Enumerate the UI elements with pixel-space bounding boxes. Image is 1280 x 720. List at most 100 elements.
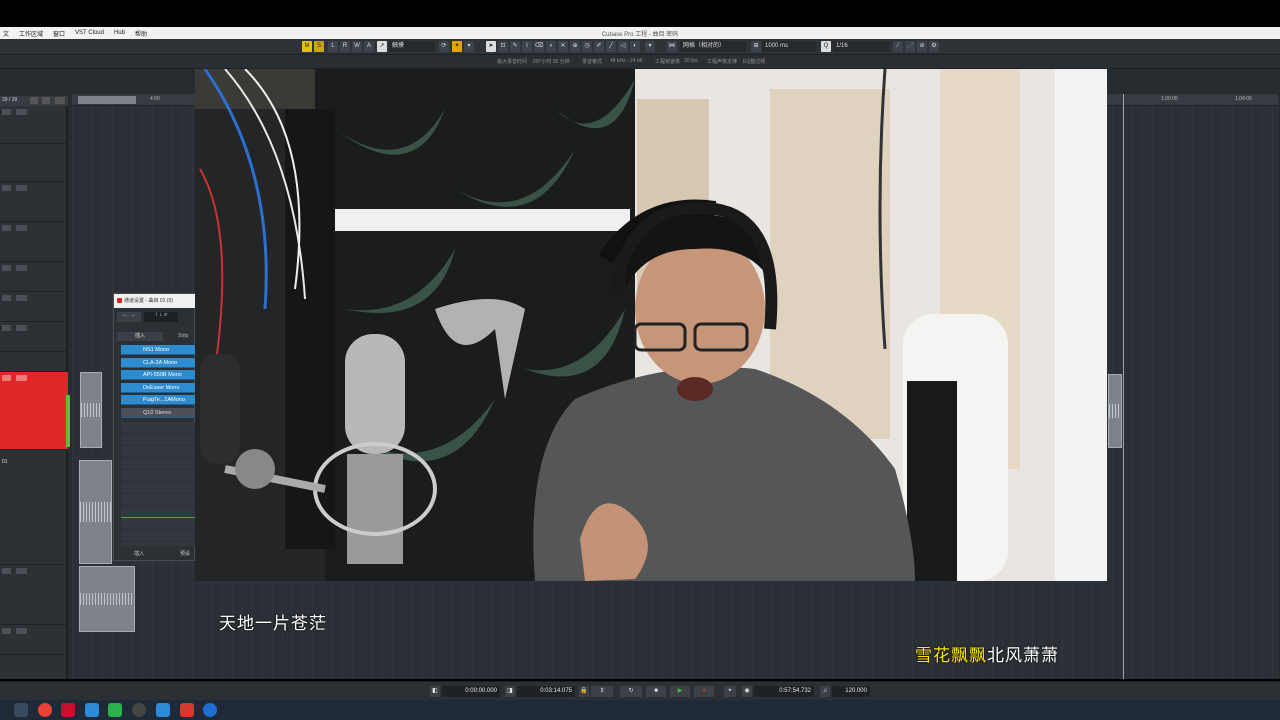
audio-clip[interactable] xyxy=(79,566,135,632)
cubase-icon[interactable] xyxy=(61,703,75,717)
zoom-tool-icon[interactable]: ⌕ xyxy=(546,41,556,52)
mute-icon[interactable] xyxy=(2,628,11,634)
start-icon[interactable] xyxy=(14,703,28,717)
quantize-soft-icon[interactable]: ⋰ xyxy=(905,41,915,52)
solo-icon[interactable] xyxy=(16,225,27,231)
glue-tool-icon[interactable]: ⌇ xyxy=(522,41,532,52)
davinci-icon[interactable] xyxy=(156,703,170,717)
mute-icon[interactable] xyxy=(2,265,11,271)
mute-tool-icon[interactable]: ✕ xyxy=(558,41,568,52)
grid-snap-icon[interactable]: ⋈ xyxy=(667,41,677,52)
search-icon[interactable] xyxy=(55,97,65,104)
listen-button[interactable]: L xyxy=(328,41,338,52)
auto-scroll-icon[interactable]: ⟳ xyxy=(439,41,449,52)
task-view-icon[interactable] xyxy=(203,703,217,717)
mute-icon[interactable] xyxy=(2,568,11,574)
mute-icon[interactable] xyxy=(2,295,11,301)
punch-icon[interactable]: ⇕ xyxy=(591,686,613,697)
nav-arrows[interactable]: ← → xyxy=(117,312,141,322)
record-button-icon[interactable]: ● xyxy=(694,686,714,697)
solo-icon[interactable] xyxy=(16,375,27,381)
lock-icon[interactable]: 🔒 xyxy=(579,686,589,697)
solo-icon[interactable] xyxy=(16,568,27,574)
track-row[interactable] xyxy=(0,292,68,322)
insert-slot[interactable]: PuigTe...1AMono xyxy=(121,395,196,405)
empty-insert-slots[interactable] xyxy=(121,422,196,546)
track-row[interactable]: 01 xyxy=(0,450,68,565)
solo-icon[interactable] xyxy=(16,109,27,115)
metronome-icon[interactable]: ♫ xyxy=(820,686,830,697)
audio-clip[interactable] xyxy=(79,460,112,564)
tempo-display[interactable]: 120.000 xyxy=(832,686,870,697)
locator-range[interactable] xyxy=(78,96,136,104)
left-locator-icon[interactable]: ◧ xyxy=(430,686,440,697)
audio-clip[interactable] xyxy=(1108,374,1122,448)
play-button-icon[interactable]: ▶ xyxy=(670,686,690,697)
nudge-dropdown[interactable]: 1000 ms xyxy=(762,41,816,52)
play-tool-icon[interactable]: ◁ xyxy=(618,41,628,52)
channel-settings-title[interactable]: 通道设置 - 曲目 01 (0) xyxy=(114,294,196,308)
quantize-icon[interactable]: Q xyxy=(821,41,831,52)
object-select-tool-icon[interactable]: ➤ xyxy=(486,41,496,52)
mute-icon[interactable] xyxy=(2,375,11,381)
wechat-icon[interactable] xyxy=(108,703,122,717)
track-row[interactable] xyxy=(0,625,68,655)
mute-icon[interactable] xyxy=(2,185,11,191)
insert-slot[interactable]: DeEsser Mono xyxy=(121,383,196,393)
snap-icon[interactable]: ✦ xyxy=(452,41,462,52)
insert-slot[interactable]: NS1 Mono xyxy=(121,345,196,355)
cubase-alt-icon[interactable] xyxy=(180,703,194,717)
primary-time-display[interactable]: 0:03:14.075 xyxy=(517,686,575,697)
write-button[interactable]: W xyxy=(352,41,362,52)
range-tool-icon[interactable]: ⊡ xyxy=(498,41,508,52)
insert-slot[interactable]: Q10 Stereo xyxy=(121,408,196,418)
track-row[interactable] xyxy=(0,565,68,625)
footer-presets-label[interactable]: 预设 xyxy=(180,550,190,557)
track-row[interactable] xyxy=(0,144,68,182)
solo-button[interactable]: S xyxy=(314,41,324,52)
solo-icon[interactable] xyxy=(16,265,27,271)
solo-icon[interactable] xyxy=(16,185,27,191)
mute-icon[interactable] xyxy=(2,325,11,331)
cycle-button-icon[interactable]: ↻ xyxy=(620,686,642,697)
erase-tool-icon[interactable]: ⌫ xyxy=(534,41,544,52)
follow-icon[interactable]: ⌖ xyxy=(724,686,736,697)
chrome-icon[interactable] xyxy=(38,703,52,717)
app-icon[interactable] xyxy=(85,703,99,717)
quantize-apply-icon[interactable]: ⁄ xyxy=(893,41,903,52)
secondary-time-display[interactable]: 0:57:54.732 xyxy=(754,686,814,697)
track-row[interactable] xyxy=(0,322,68,352)
mute-icon[interactable] xyxy=(2,225,11,231)
touch-mode-dropdown[interactable]: 触摸 xyxy=(389,41,435,52)
home-icon[interactable] xyxy=(30,97,38,104)
folder-icon[interactable] xyxy=(42,97,50,104)
channel-nav-icons[interactable]: ↑ ↓ ⌕ xyxy=(144,312,178,322)
solo-icon[interactable] xyxy=(16,295,27,301)
quantize-settings-icon[interactable]: ⚙ xyxy=(929,41,939,52)
solo-icon[interactable] xyxy=(16,628,27,634)
mute-icon[interactable] xyxy=(2,109,11,115)
time-warp-tool-icon[interactable]: ◷ xyxy=(582,41,592,52)
insert-slot[interactable]: API-550B Mono xyxy=(121,370,196,380)
obs-icon[interactable] xyxy=(132,703,146,717)
color-dropdown-icon[interactable]: ▾ xyxy=(645,41,655,52)
stop-button-icon[interactable]: ■ xyxy=(646,686,666,697)
read-button[interactable]: R xyxy=(340,41,350,52)
automation-mode-icon[interactable]: ↗ xyxy=(377,41,387,52)
secondary-time-icon[interactable]: ◉ xyxy=(742,686,752,697)
color-tool-icon[interactable]: ◐ xyxy=(630,41,640,52)
insert-slot[interactable]: CLA-2A Mono xyxy=(121,358,196,368)
quantize-reset-icon[interactable]: ⊘ xyxy=(917,41,927,52)
quantize-dropdown[interactable]: 1/16 xyxy=(833,41,889,52)
solo-icon[interactable] xyxy=(16,325,27,331)
audio-clip[interactable] xyxy=(80,372,102,448)
left-locator-time[interactable]: 0:00:00.000 xyxy=(442,686,500,697)
close-icon[interactable] xyxy=(117,298,122,303)
tab-inserts[interactable]: 插入 xyxy=(117,332,163,341)
draw-tool-icon[interactable]: ✐ xyxy=(594,41,604,52)
automation-button[interactable]: A xyxy=(364,41,374,52)
footer-inserts-label[interactable]: 插入 xyxy=(134,550,144,557)
split-tool-icon[interactable]: ✎ xyxy=(510,41,520,52)
comp-tool-icon[interactable]: ⊕ xyxy=(570,41,580,52)
snap-dropdown-icon[interactable]: ▾ xyxy=(464,41,474,52)
